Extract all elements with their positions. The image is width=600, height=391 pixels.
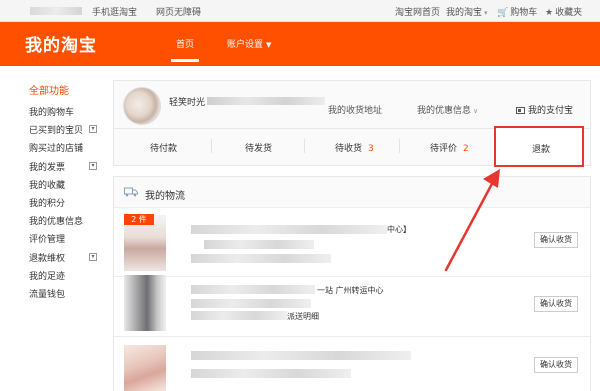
status-label: 待付款 [150, 144, 178, 154]
status-refund[interactable]: 退款 [494, 126, 584, 167]
chevron-down-icon: ▾ [484, 9, 488, 17]
mobile-taobao-link[interactable]: 手机逛淘宝 [92, 5, 137, 18]
status-label: 待发货 [245, 144, 273, 154]
sidebar-item[interactable]: 我的发票 [29, 160, 65, 173]
cart-link[interactable]: 🛒 购物车 [497, 5, 537, 18]
status-label: 退款 [532, 145, 551, 155]
top-bar: 手机逛淘宝 网页无障碍 淘宝网首页 我的淘宝 ▾ 🛒 购物车 ★ 收藏夹 [0, 0, 600, 22]
status-label: 待评价 [430, 144, 458, 154]
coupon-info-link[interactable]: 我的优惠信息 ∨ [417, 103, 478, 116]
coupon-info-label: 我的优惠信息 [417, 106, 472, 116]
confirm-receipt-button[interactable]: 确认收货 [534, 296, 578, 312]
expand-toggle-icon[interactable]: ▾ [89, 125, 97, 134]
cart-icon: 🛒 [497, 8, 509, 18]
sidebar-item[interactable]: 已买到的宝贝 [29, 123, 83, 136]
blurred-text [191, 351, 411, 360]
sidebar-item[interactable]: 退款维权 [29, 251, 65, 264]
alipay-label: 我的支付宝 [528, 106, 574, 116]
blurred-info [207, 97, 325, 105]
sidebar-item[interactable]: 我的优惠信息 [29, 214, 83, 227]
favorites-link[interactable]: ★ 收藏夹 [545, 5, 582, 18]
status-pending-review[interactable]: 待评价 2 [430, 141, 469, 154]
item-count-badge: 2 件 [124, 214, 154, 225]
logistics-title: 我的物流 [145, 191, 185, 202]
blurred-text [191, 299, 311, 308]
sidebar-title[interactable]: 全部功能 [29, 82, 69, 97]
site-logo[interactable]: 我的淘宝 [25, 31, 97, 56]
my-taobao-link[interactable]: 我的淘宝 ▾ [446, 5, 488, 18]
nav-account-settings[interactable]: 账户设置 ▼ [227, 37, 271, 50]
confirm-receipt-button[interactable]: 确认收货 [534, 357, 578, 373]
logistics-row[interactable]: 确认收货 [114, 339, 590, 391]
divider [399, 139, 400, 153]
sidebar-item[interactable]: 评价管理 [29, 232, 65, 245]
star-icon: ★ [545, 8, 554, 18]
main-header: 我的淘宝 首页 账户设置 ▼ [0, 22, 600, 66]
avatar[interactable] [123, 87, 161, 125]
blurred-text [191, 225, 387, 234]
sidebar-item[interactable]: 我的足迹 [29, 269, 65, 282]
status-count: 3 [368, 144, 374, 154]
product-thumbnail[interactable] [124, 345, 166, 391]
shipping-address-link[interactable]: 我的收货地址 [328, 103, 382, 116]
cart-label: 购物车 [510, 8, 538, 18]
logistics-panel: 我的物流 2 件 中心】 确认收货 一站 广州转运中心 派送明细 确认收货 确认… [113, 176, 591, 391]
chevron-down-icon: ∨ [473, 107, 479, 115]
status-label: 待收货 [335, 144, 363, 154]
logistics-header: 我的物流 [114, 177, 590, 208]
sidebar-item[interactable]: 购买过的店铺 [29, 141, 83, 154]
sidebar-item[interactable]: 我的购物车 [29, 105, 74, 118]
logistics-row[interactable]: 2 件 中心】 确认收货 [114, 209, 590, 277]
active-tab-indicator [171, 59, 199, 62]
my-taobao-label: 我的淘宝 [446, 8, 483, 18]
accessibility-link[interactable]: 网页无障碍 [156, 5, 201, 18]
confirm-receipt-button[interactable]: 确认收货 [534, 232, 578, 248]
logistics-status-text: 中心】 [387, 225, 411, 234]
chevron-down-icon: ▼ [266, 41, 272, 49]
divider [304, 139, 305, 153]
nav-home-tab[interactable]: 首页 [176, 37, 194, 50]
username: 轻笑时光 [169, 98, 206, 108]
blurred-text [191, 285, 315, 294]
blurred-text [191, 254, 331, 263]
sidebar-item[interactable]: 我的积分 [29, 196, 65, 209]
sidebar-item[interactable]: 流量钱包 [29, 287, 65, 300]
product-thumbnail[interactable] [124, 275, 166, 331]
blurred-text [191, 369, 351, 378]
alipay-link[interactable]: 我的支付宝 [516, 103, 573, 116]
logistics-status-text: 一站 广州转运中心 [317, 286, 384, 295]
delivery-detail-text: 派送明细 [287, 312, 319, 321]
expand-toggle-icon[interactable]: ▾ [89, 161, 97, 170]
status-pending-payment[interactable]: 待付款 [150, 141, 177, 154]
divider [211, 139, 212, 153]
sidebar-item[interactable]: 我的收藏 [29, 178, 65, 191]
status-pending-shipment[interactable]: 待发货 [245, 141, 272, 154]
taobao-home-link[interactable]: 淘宝网首页 [395, 5, 440, 18]
blurred-username [30, 7, 82, 15]
status-pending-receipt[interactable]: 待收货 3 [335, 141, 374, 154]
alipay-icon [516, 107, 525, 114]
blurred-text [191, 311, 287, 320]
truck-icon [124, 187, 138, 197]
account-settings-label: 账户设置 [227, 40, 264, 50]
blurred-text [204, 240, 314, 249]
expand-toggle-icon[interactable]: ▾ [89, 252, 97, 261]
status-count: 2 [463, 144, 469, 154]
sidebar: 全部功能 我的购物车已买到的宝贝 ▾ 购买过的店铺 我的发票 ▾ 我的收藏我的积分我的优惠… [0, 66, 110, 391]
favorites-label: 收藏夹 [555, 8, 583, 18]
logistics-row[interactable]: 一站 广州转运中心 派送明细 确认收货 [114, 269, 590, 337]
